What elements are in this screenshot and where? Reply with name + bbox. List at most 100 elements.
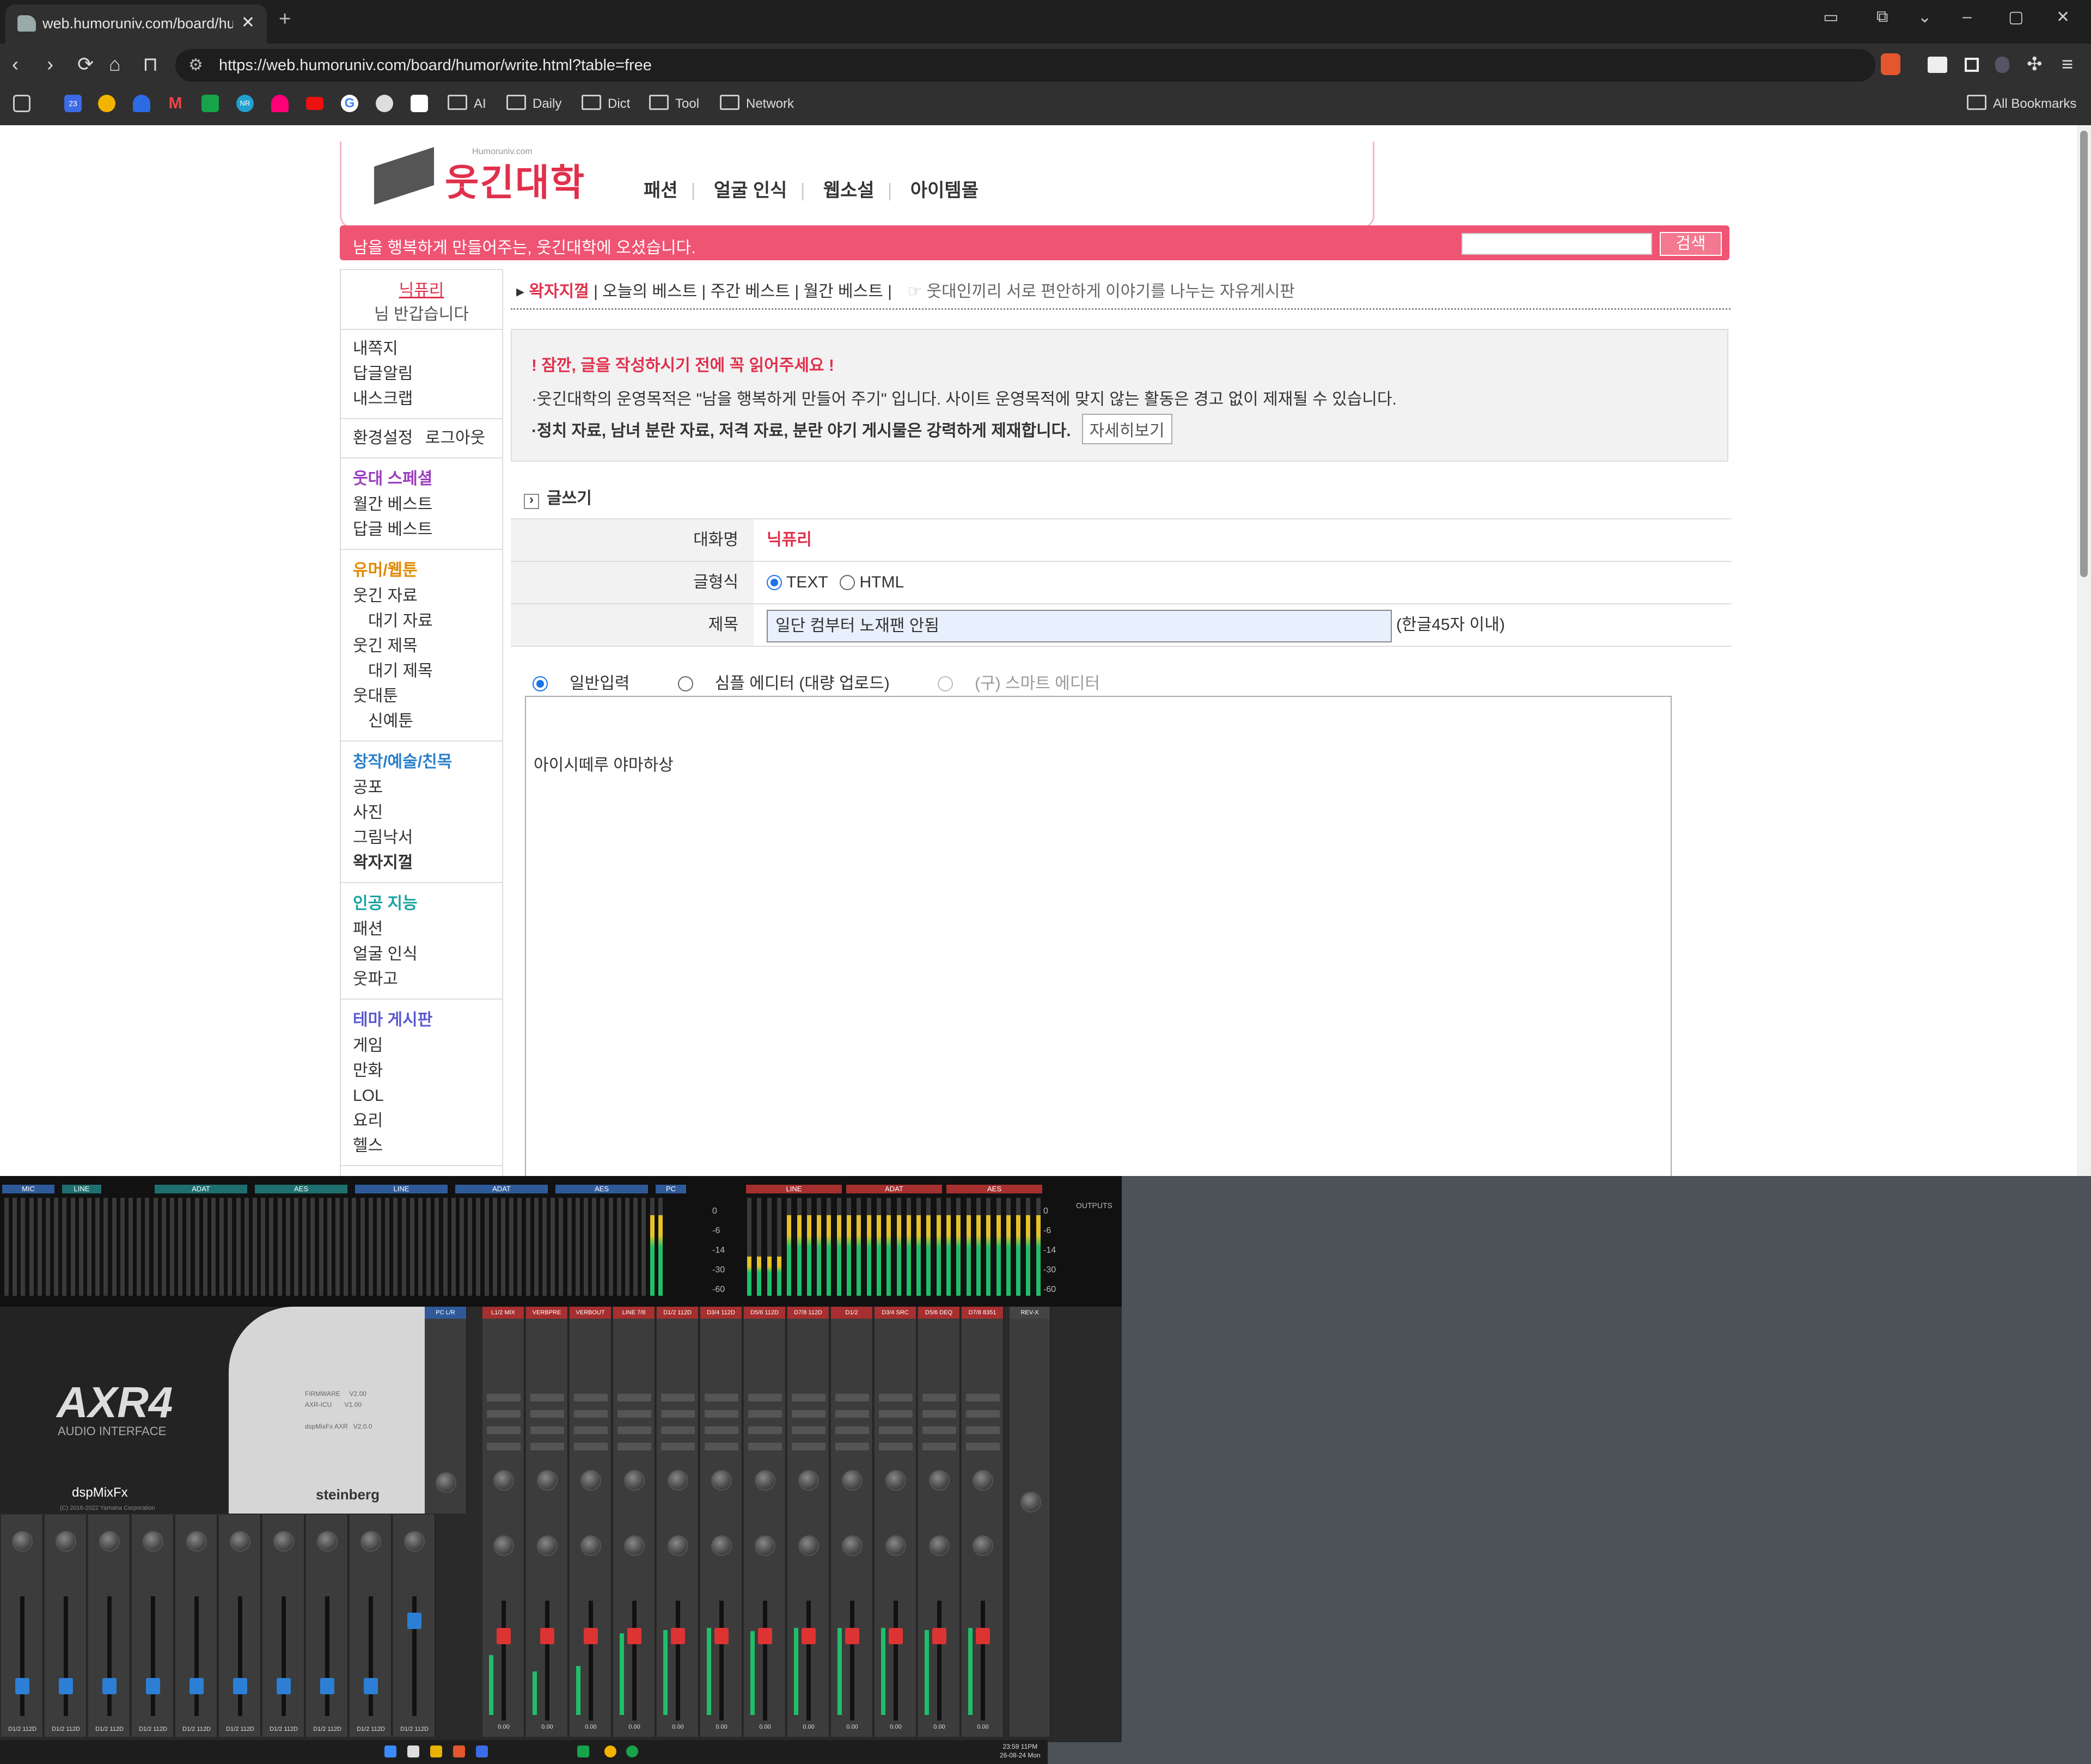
details-button[interactable]: 자세히보기 [1081,414,1172,444]
effect-slot-button[interactable] [617,1410,651,1418]
translate-flag-icon[interactable] [1928,57,1947,73]
effect-slot-button[interactable] [792,1410,826,1418]
bus-fader-track[interactable] [894,1601,898,1720]
brave-shields-icon[interactable] [1881,53,1900,75]
forward-icon[interactable]: › [47,53,53,75]
input-fader-track[interactable] [369,1596,373,1716]
bus-knob[interactable] [624,1535,645,1556]
effect-slot-button[interactable] [748,1426,782,1434]
input-pan-knob[interactable] [230,1531,250,1552]
editor-mode-simple-radio[interactable] [677,676,693,691]
bus-knob[interactable] [580,1535,601,1556]
format-html-label[interactable]: HTML [859,573,904,591]
effect-slot-button[interactable] [835,1394,869,1401]
sidebar-item[interactable]: 대기 자료 [353,609,490,634]
input-fader-cap[interactable] [102,1678,117,1694]
effect-slot-button[interactable] [879,1394,913,1401]
sidebar-item[interactable]: 답글 베스트 [353,517,490,542]
effect-slot-button[interactable] [487,1443,521,1450]
bookmark-icon[interactable]: ⊓ [143,53,158,75]
input-fader-track[interactable] [107,1596,112,1716]
bus-knob[interactable] [537,1535,558,1556]
bus-fader-cap[interactable] [758,1628,772,1644]
sidebar-item[interactable]: 웃긴 자료 [353,584,490,609]
input-fader-cap[interactable] [15,1678,29,1694]
link-logout[interactable]: 로그아웃 [425,429,485,447]
effect-slot-button[interactable] [530,1410,564,1418]
idea-bookmark-icon[interactable] [98,95,115,112]
tab-list-icon[interactable]: ⌄ [1918,8,1931,27]
bus-fader-track[interactable] [545,1601,549,1720]
bus-fader-cap[interactable] [976,1628,990,1644]
bus-fader-track[interactable] [937,1601,941,1720]
extension-icon[interactable] [1965,58,1979,72]
gmail-bookmark-icon[interactable]: M [167,95,184,112]
bus-knob[interactable] [755,1535,775,1556]
sidebar-item[interactable]: 대기 제목 [353,659,490,684]
input-fader-track[interactable] [238,1596,242,1716]
breadcrumb-weekly-best[interactable]: 주간 베스트 [711,283,790,301]
mouse-extension-icon[interactable] [1995,57,2009,73]
app-icon[interactable] [577,1745,589,1757]
bus-fader-track[interactable] [676,1601,680,1720]
site-search-button[interactable]: 검색 [1660,232,1722,256]
bus-fader-track[interactable] [763,1601,767,1720]
sidebar-item[interactable]: 웃파고 [353,967,490,992]
sidebar-group-title[interactable]: 창작/예술/친목 [353,748,490,772]
bus-knob[interactable] [885,1535,906,1556]
bus-fader-cap[interactable] [802,1628,816,1644]
calendar-bookmark-icon[interactable]: 23 [64,95,82,112]
google-bookmark-icon[interactable]: G [341,95,358,112]
app-icon[interactable] [476,1745,488,1757]
sidebar-item[interactable]: 요리 [353,1108,490,1134]
effect-slot-button[interactable] [879,1410,913,1418]
effect-slot-button[interactable] [530,1426,564,1434]
effect-slot-button[interactable] [487,1426,521,1434]
input-pan-knob[interactable] [99,1531,120,1552]
editor-mode-plain-radio[interactable] [533,676,548,691]
apps-grid-icon[interactable] [13,95,30,112]
effect-slot-button[interactable] [574,1394,608,1401]
start-icon[interactable] [384,1745,396,1757]
effect-slot-button[interactable] [705,1443,738,1450]
bus-knob[interactable] [755,1470,775,1491]
effect-slot-button[interactable] [835,1410,869,1418]
format-text-label[interactable]: TEXT [786,573,828,591]
scrollbar-thumb[interactable] [2080,131,2088,577]
sidebar-item[interactable]: 신예툰 [353,709,490,734]
effect-slot-button[interactable] [835,1443,869,1450]
sidebar-item[interactable]: 공포 [353,775,490,800]
effect-slot-button[interactable] [487,1410,521,1418]
effect-slot-button[interactable] [879,1426,913,1434]
effect-slot-button[interactable] [879,1443,913,1450]
effect-slot-button[interactable] [748,1443,782,1450]
sidebar-item[interactable]: 왁자지껄 [353,850,490,875]
bus-fader-track[interactable] [850,1601,854,1720]
search-icon[interactable] [407,1745,419,1757]
format-text-radio[interactable] [767,575,782,590]
input-fader-track[interactable] [20,1596,25,1716]
effect-slot-button[interactable] [617,1443,651,1450]
brave-icon[interactable] [453,1745,465,1757]
input-fader-cap[interactable] [146,1678,160,1694]
input-fader-cap[interactable] [59,1678,73,1694]
effect-slot-button[interactable] [574,1410,608,1418]
extensions-puzzle-icon[interactable]: ✣ [2027,53,2043,75]
new-tab-button[interactable]: + [279,8,291,31]
sidebar-item[interactable]: 웃긴 제목 [353,634,490,659]
editor-mode-simple[interactable]: 심플 에디터 (대량 업로드) [677,675,912,693]
bookmark-folder-ai[interactable]: AI [448,95,486,112]
input-pan-knob[interactable] [317,1531,338,1552]
effect-slot-button[interactable] [922,1443,956,1450]
input-fader-cap[interactable] [320,1678,334,1694]
effect-slot-button[interactable] [530,1394,564,1401]
effect-slot-button[interactable] [617,1426,651,1434]
bus-fader-cap[interactable] [845,1628,859,1644]
bus-knob[interactable] [885,1470,906,1491]
pc-level-knob[interactable] [436,1472,456,1493]
person-bookmark-icon[interactable] [133,95,150,112]
back-icon[interactable]: ‹ [12,53,19,75]
effect-slot-button[interactable] [705,1426,738,1434]
menu-itemmall[interactable]: 아이템몰 [910,180,979,201]
bus-knob[interactable] [711,1470,732,1491]
